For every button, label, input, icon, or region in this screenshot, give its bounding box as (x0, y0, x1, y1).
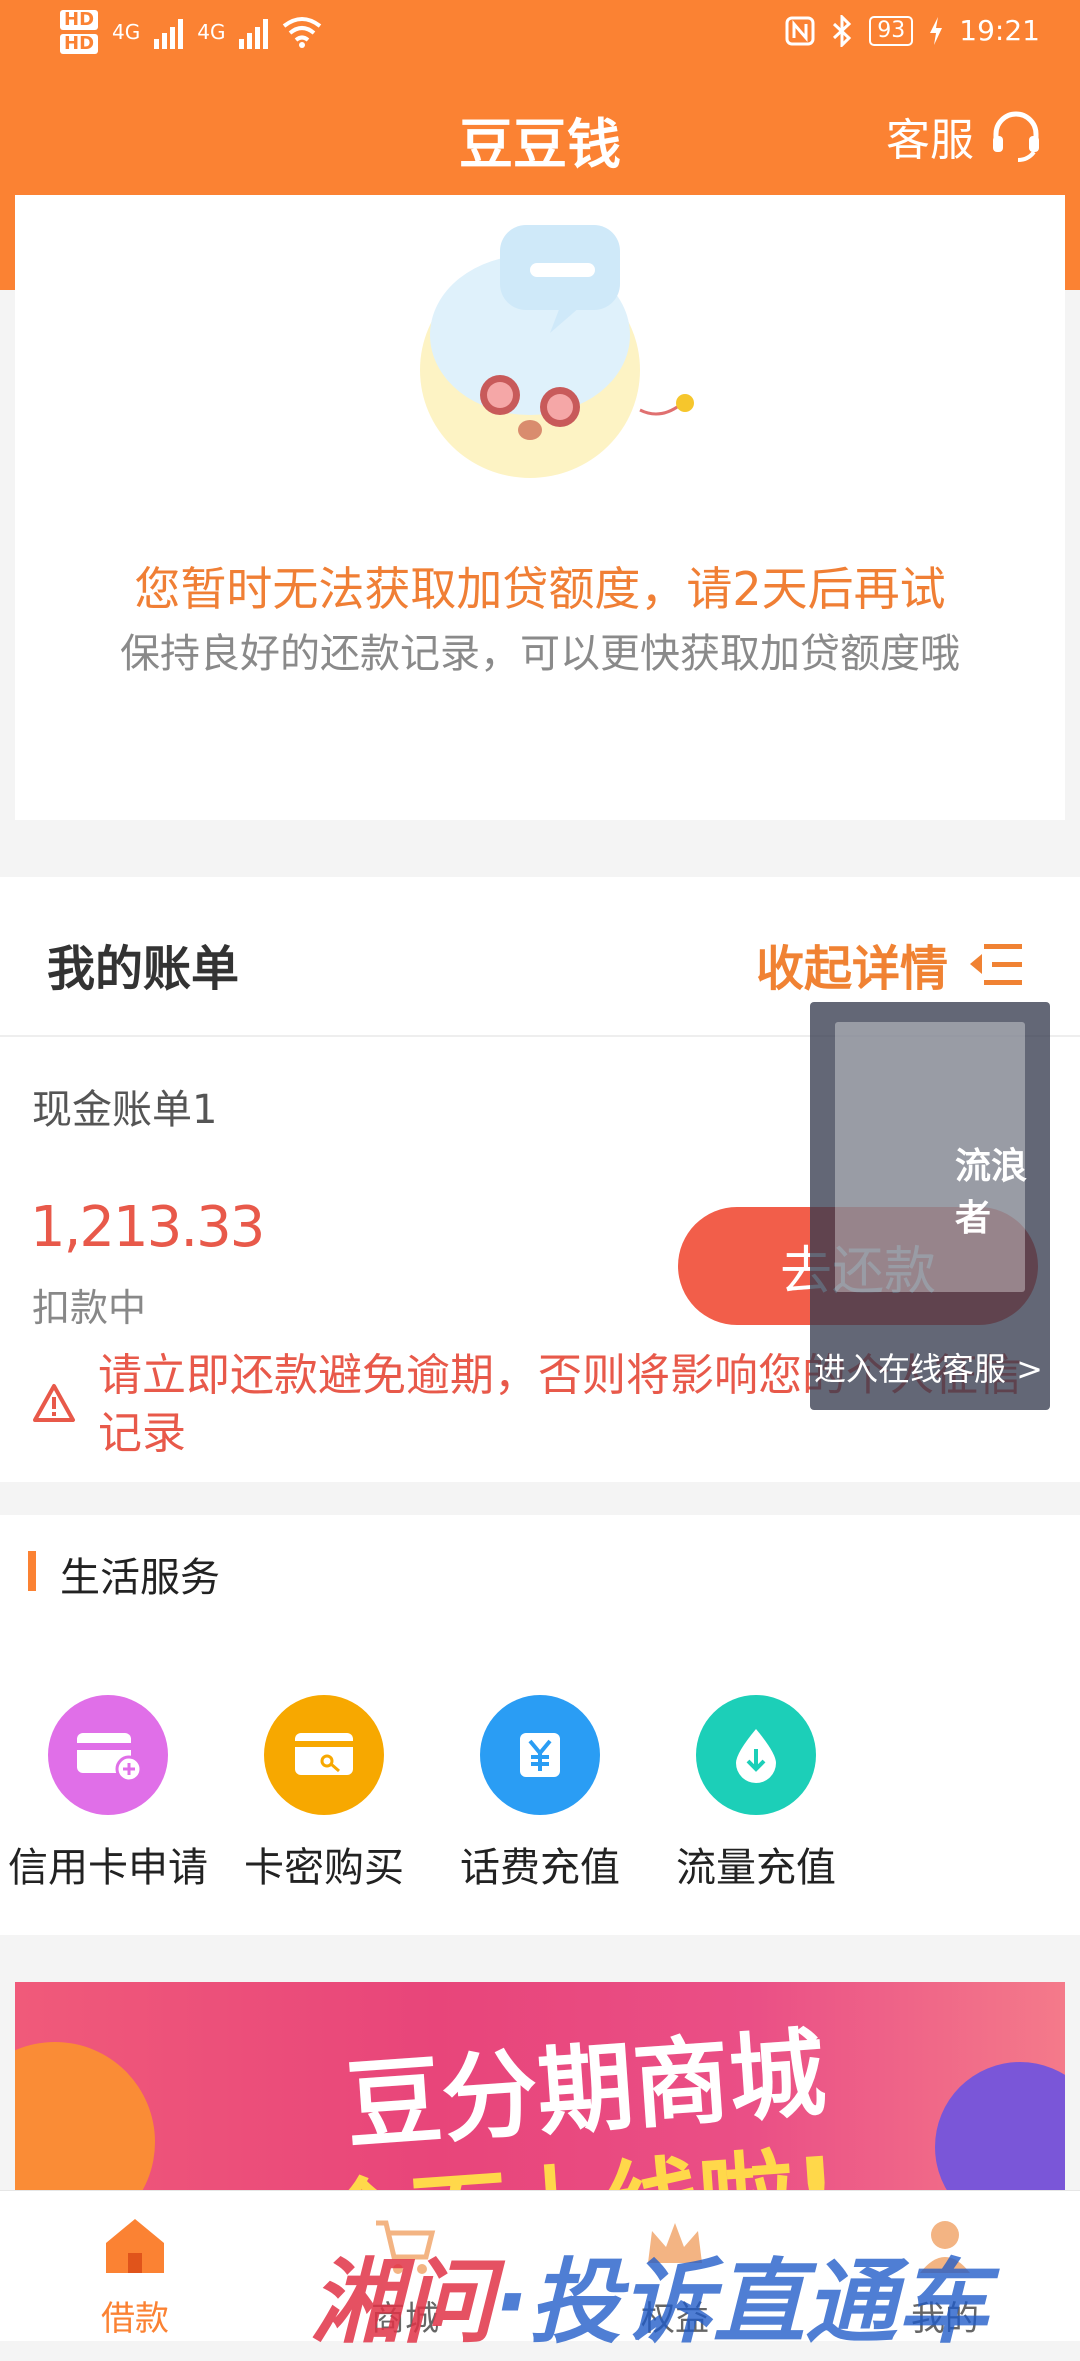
decor-shape (15, 2042, 155, 2197)
bluetooth-icon (833, 14, 852, 47)
nfc-icon (785, 16, 815, 45)
network-type-1: 4G (112, 20, 141, 44)
bills-heading: 我的账单 (47, 941, 240, 997)
collapse-details-button[interactable]: 收起详情 (756, 929, 1024, 999)
collapse-list-icon (970, 944, 1022, 985)
notice-main-text: 您暂时无法获取加贷额度，请2天后再试 (134, 562, 946, 616)
charging-icon (930, 16, 943, 45)
hd-indicator: HD HD (60, 10, 99, 54)
life-services-section: 生活服务 信用卡申请 卡密购买 话费充值 流量充值 (0, 1515, 1080, 1935)
bill-amount: 1,213.33 (30, 1195, 265, 1260)
yuan-icon (480, 1695, 600, 1815)
overlay-watermark: 流浪者 (955, 1146, 1028, 1239)
service-phone-recharge[interactable]: 话费充值 (432, 1695, 648, 1893)
bill-name: 现金账单1 (32, 1087, 218, 1133)
service-card-purchase[interactable]: 卡密购买 (216, 1695, 432, 1893)
online-service-link[interactable]: 进入在线客服 > (814, 1344, 1043, 1390)
clock: 19:21 (959, 14, 1040, 47)
mascot-illustration (420, 225, 694, 478)
signal-icon (154, 15, 184, 49)
promo-banner[interactable]: 豆分期商城 全面上线啦! (15, 1982, 1065, 2197)
network-type-2: 4G (197, 20, 226, 44)
warning-icon (33, 1384, 75, 1422)
signal-icon (239, 15, 269, 49)
key-card-icon (264, 1695, 384, 1815)
status-bar: HD HD 4G 4G 93 19:21 (0, 0, 1080, 80)
notice-card: 您暂时无法获取加贷额度，请2天后再试 保持良好的还款记录，可以更快获取加贷额度哦 (15, 195, 1065, 820)
wifi-icon (283, 17, 322, 48)
customer-service-button[interactable]: 客服 (886, 104, 1044, 168)
section-accent-bar (28, 1551, 36, 1591)
data-drop-icon (696, 1695, 816, 1815)
battery-level: 93 (869, 15, 914, 46)
service-credit-card[interactable]: 信用卡申请 (0, 1695, 216, 1893)
notice-sub-text: 保持良好的还款记录，可以更快获取加贷额度哦 (120, 631, 960, 677)
floating-service-overlay[interactable]: 流浪者 进入在线客服 > (810, 1002, 1050, 1410)
tab-loan[interactable]: 借款 (0, 2191, 270, 2341)
customer-service-label: 客服 (886, 115, 974, 166)
site-watermark: 湘问·投诉直通车 (310, 2249, 989, 2356)
decor-shape (935, 2062, 1065, 2197)
headset-icon (993, 111, 1039, 162)
credit-card-icon (48, 1695, 168, 1815)
bill-status: 扣款中 (32, 1286, 147, 1330)
life-services-heading: 生活服务 (60, 1555, 220, 1601)
service-data-recharge[interactable]: 流量充值 (648, 1695, 864, 1893)
collapse-label: 收起详情 (755, 941, 948, 997)
home-icon (106, 2219, 164, 2273)
